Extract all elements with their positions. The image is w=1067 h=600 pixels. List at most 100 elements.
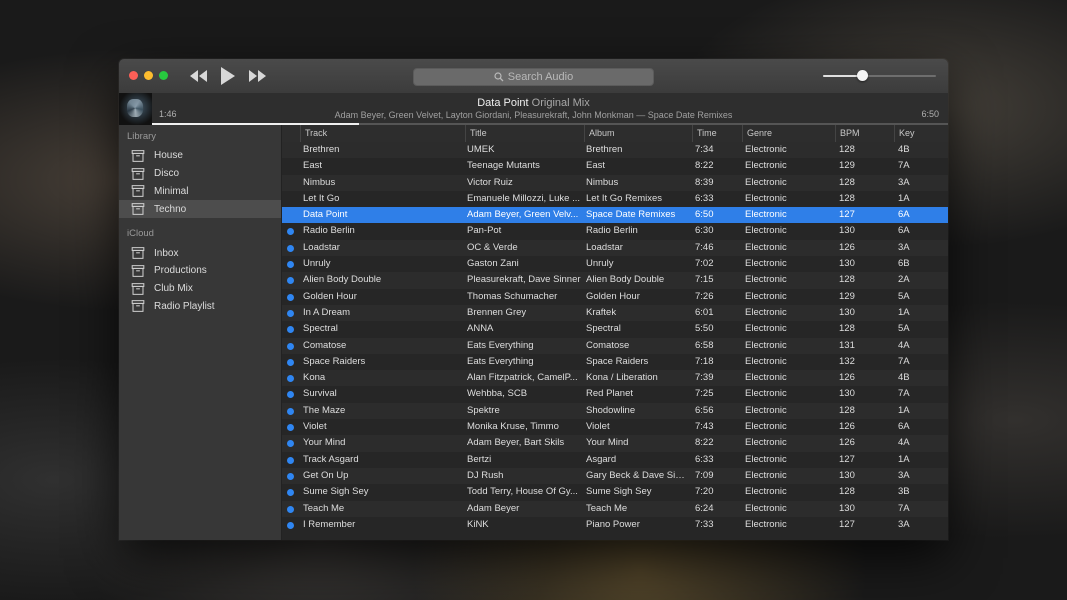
unplayed-indicator-icon — [287, 342, 294, 350]
sidebar-item-minimal[interactable]: Minimal — [119, 183, 281, 201]
music-player-window: Search Audio 1:46 Data Point Original Mi… — [119, 59, 948, 540]
sidebar-item-disco[interactable]: Disco — [119, 165, 281, 183]
cell-key: 4B — [898, 372, 910, 384]
play-icon — [221, 67, 235, 85]
cell-title: Monika Kruse, Timmo — [467, 421, 559, 433]
cell-genre: Electronic — [745, 486, 787, 498]
column-header-key[interactable]: Key — [894, 125, 948, 142]
unplayed-indicator-icon — [287, 309, 294, 317]
table-row[interactable]: Comatose Eats Everything Comatose 6:58 Elect… — [282, 337, 948, 354]
table-row[interactable]: Sume Sigh Sey Todd Terry, House Of Gy...… — [282, 484, 948, 501]
cell-title: Spektre — [467, 404, 500, 416]
column-header-title[interactable]: Title — [465, 125, 584, 142]
cell-bpm: 126 — [839, 437, 855, 449]
table-row[interactable]: Violet Monika Kruse, Timmo Violet 7:43 Elect… — [282, 419, 948, 436]
cell-album: Loadstar — [586, 241, 623, 253]
playlist-box-icon — [131, 203, 145, 216]
cell-time: 7:46 — [695, 241, 714, 253]
cell-key: 2A — [898, 274, 910, 286]
cell-album: Space Raiders — [586, 355, 649, 367]
cell-title: Adam Beyer — [467, 502, 520, 514]
table-row[interactable]: Let It Go Emanuele Millozzi, Luke ... Let … — [282, 190, 948, 208]
volume-slider[interactable] — [823, 75, 936, 77]
playlist-box-icon — [131, 265, 145, 277]
table-row[interactable]: Radio Berlin Pan-Pot Radio Berlin 6:30 Elect… — [282, 223, 948, 240]
cell-bpm: 127 — [839, 518, 855, 530]
cell-bpm: 130 — [839, 306, 855, 318]
table-row[interactable]: In A Dream Brennen Grey Kraftek 6:01 Electro… — [282, 304, 948, 322]
column-header-track[interactable]: Track — [300, 125, 465, 142]
cell-bpm: 128 — [839, 274, 855, 286]
sidebar-item-club-mix[interactable]: Club Mix — [119, 280, 281, 298]
unplayed-indicator-icon — [287, 489, 294, 497]
table-row[interactable]: Brethren UMEK Brethren 7:34 Electronic 128 4B — [282, 142, 948, 159]
table-row[interactable]: I Remember KiNK Piano Power 7:33 Electronic 1… — [282, 516, 948, 534]
table-row[interactable]: Spectral ANNA Spectral 5:50 Electronic 128 5A — [282, 321, 948, 338]
table-row[interactable]: Your Mind Adam Beyer, Bart Skils Your Mind… — [282, 435, 948, 452]
cell-key: 5A — [898, 290, 910, 302]
cell-album: Shodowline — [586, 404, 636, 416]
table-row[interactable]: Loadstar OC & Verde Loadstar 7:46 Electronic… — [282, 239, 948, 257]
play-button[interactable] — [219, 65, 237, 87]
table-row[interactable]: Kona Alan Fitzpatrick, CamelP... Kona / Li… — [282, 370, 948, 387]
cell-key: 1A — [898, 306, 910, 318]
table-row[interactable]: Get On Up DJ Rush Gary Beck & Dave Sim... 7… — [282, 467, 948, 485]
search-input[interactable]: Search Audio — [413, 68, 654, 86]
playlist-box-icon — [131, 300, 145, 313]
unplayed-indicator-icon — [287, 424, 294, 432]
table-row[interactable]: The Maze Spektre Shodowline 6:56 Electronic 1… — [282, 402, 948, 420]
cell-title: Eats Everything — [467, 339, 534, 351]
cell-time: 6:50 — [695, 209, 714, 221]
unplayed-indicator-icon — [287, 505, 294, 513]
cell-track: Your Mind — [303, 437, 346, 449]
cell-time: 6:24 — [695, 502, 714, 514]
column-header-album[interactable]: Album — [584, 125, 692, 142]
cell-genre: Electronic — [745, 225, 787, 237]
column-header-bpm[interactable]: BPM — [835, 125, 894, 142]
table-row[interactable]: Space Raiders Eats Everything Space Raider… — [282, 353, 948, 371]
track-title: Data Point — [477, 97, 529, 109]
icloud-section-header: iCloud — [127, 228, 154, 240]
cell-bpm: 128 — [839, 144, 855, 155]
volume-knob[interactable] — [857, 70, 868, 81]
sidebar-item-productions[interactable]: Productions — [119, 262, 281, 280]
sidebar-item-inbox[interactable]: Inbox — [119, 244, 281, 262]
column-header-time[interactable]: Time — [692, 125, 742, 142]
table-row[interactable]: Unruly Gaston Zani Unruly 7:02 Electronic 130… — [282, 256, 948, 273]
cell-time: 6:33 — [695, 453, 714, 465]
sidebar-item-label: Radio Playlist — [154, 300, 215, 312]
close-window-button[interactable] — [129, 71, 138, 80]
sidebar: Library House Disco Minimal Techno iCloud I… — [119, 125, 282, 540]
cell-time: 7:25 — [695, 388, 714, 400]
rewind-button[interactable] — [189, 65, 209, 87]
cell-bpm: 130 — [839, 469, 855, 481]
table-row-selected[interactable]: Data Point Adam Beyer, Green Velv... Space… — [282, 207, 948, 224]
table-row[interactable]: Survival Wehbba, SCB Red Planet 7:25 Electro… — [282, 386, 948, 403]
table-row[interactable]: Golden Hour Thomas Schumacher Golden Hour 7… — [282, 288, 948, 305]
cell-key: 6A — [898, 421, 910, 433]
table-row[interactable]: Nimbus Victor Ruiz Nimbus 8:39 Electronic 128… — [282, 174, 948, 191]
cell-key: 7A — [898, 502, 910, 514]
cell-bpm: 128 — [839, 192, 855, 204]
cell-genre: Electronic — [745, 209, 787, 221]
table-row[interactable]: Track Asgard Bertzi Asgard 6:33 Electronic 12… — [282, 451, 948, 468]
column-header-genre[interactable]: Genre — [742, 125, 835, 142]
sidebar-item-house[interactable]: House — [119, 147, 281, 165]
sidebar-item-radio-playlist[interactable]: Radio Playlist — [119, 298, 281, 316]
sidebar-item-techno[interactable]: Techno — [119, 200, 281, 219]
sidebar-item-label: Disco — [154, 168, 180, 180]
table-row[interactable]: Alien Body Double Pleasurekraft, Dave Sin… — [282, 272, 948, 289]
table-row[interactable]: East Teenage Mutants East 8:22 Electronic 129… — [282, 158, 948, 175]
cell-time: 6:30 — [695, 225, 714, 237]
minimize-window-button[interactable] — [144, 71, 153, 80]
fast-forward-icon — [249, 70, 266, 82]
maximize-window-button[interactable] — [159, 71, 168, 80]
fast-forward-button[interactable] — [247, 65, 267, 87]
cell-time: 7:43 — [695, 421, 714, 433]
cell-genre: Electronic — [745, 274, 787, 286]
cell-key: 7A — [898, 388, 910, 400]
cell-album: Red Planet — [586, 388, 634, 400]
cell-bpm: 128 — [839, 486, 855, 498]
icloud-list: Inbox Productions Club Mix Radio Playlist — [119, 244, 281, 315]
table-row[interactable]: Teach Me Adam Beyer Teach Me 6:24 Electronic… — [282, 500, 948, 517]
